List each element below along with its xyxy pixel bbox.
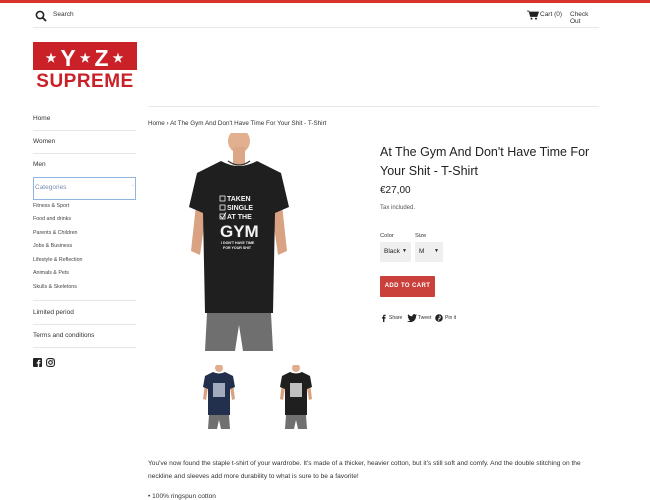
tax-note: Tax included.	[380, 205, 416, 211]
color-label: Color	[380, 233, 394, 239]
description-bullet: • 100% ringspun cotton	[148, 493, 216, 500]
svg-text:AT THE: AT THE	[227, 214, 252, 221]
facebook-icon	[381, 314, 386, 322]
nav-divider	[33, 324, 136, 325]
cart-icon[interactable]	[527, 10, 539, 20]
categories-dropdown[interactable]: Categories -	[33, 177, 136, 200]
instagram-icon[interactable]	[46, 358, 55, 367]
product-main-image[interactable]: TAKEN SINGLE AT THE GYM I DON'T HAVE TIM…	[185, 133, 293, 351]
svg-text:GYM: GYM	[220, 222, 259, 241]
share-facebook-label: Share	[389, 315, 403, 321]
share-twitter-label: Tweet	[418, 315, 432, 321]
size-select[interactable]: M ▼	[415, 242, 443, 262]
size-label: Size	[415, 233, 427, 239]
share-twitter-button[interactable]: Tweet	[407, 313, 432, 323]
category-item[interactable]: Food and drinks	[33, 216, 71, 222]
color-select[interactable]: Black ▼	[380, 242, 411, 262]
logo-bottom-text: SUPREME	[33, 70, 137, 94]
product-thumbnail-navy[interactable]	[202, 365, 236, 429]
nav-divider	[33, 347, 136, 348]
caret-down-icon: ▼	[434, 248, 439, 254]
star-icon: ★	[45, 51, 58, 65]
nav-women[interactable]: Women	[33, 138, 55, 145]
product-thumbnail-black[interactable]	[279, 365, 313, 429]
category-item[interactable]: Skulls & Skeletons	[33, 284, 77, 290]
nav-men[interactable]: Men	[33, 161, 46, 168]
nav-terms[interactable]: Terms and conditions	[33, 332, 94, 339]
site-logo[interactable]: ★ Y ★ Z ★ SUPREME	[33, 42, 137, 94]
svg-text:TAKEN: TAKEN	[227, 196, 251, 203]
color-value: Black	[384, 248, 400, 255]
product-title: At The Gym And Don't Have Time For Your …	[380, 145, 590, 178]
breadcrumb: Home › At The Gym And Don't Have Time Fo…	[148, 120, 326, 127]
product-description: You've now found the staple t-shirt of y…	[148, 460, 581, 480]
svg-text:FOR YOUR SHIT: FOR YOUR SHIT	[223, 246, 252, 250]
facebook-icon[interactable]	[33, 358, 42, 367]
checkout-link[interactable]: Check Out	[570, 11, 599, 25]
twitter-icon	[407, 314, 417, 322]
cart-link[interactable]: Cart (0)	[540, 11, 562, 18]
size-value: M	[419, 248, 425, 255]
category-item[interactable]: Parents & Children	[33, 230, 77, 236]
star-icon: ★	[79, 51, 92, 65]
share-pinterest-button[interactable]: Pin it	[435, 313, 459, 323]
product-price: €27,00	[380, 185, 411, 196]
site-header: Search Cart (0) Check Out	[33, 9, 599, 29]
breadcrumb-separator: ›	[166, 120, 169, 127]
categories-label: Categories	[35, 184, 67, 191]
pinterest-icon	[435, 314, 443, 322]
add-to-cart-button[interactable]: ADD TO CART	[380, 276, 435, 297]
nav-limited-period[interactable]: Limited period	[33, 309, 74, 316]
search-input[interactable]: Search	[53, 11, 74, 18]
star-icon: ★	[112, 51, 125, 65]
logo-top-text: ★ Y ★ Z ★	[45, 45, 125, 71]
caret-down-icon: ▼	[402, 248, 407, 254]
nav-divider	[33, 130, 136, 131]
breadcrumb-home[interactable]: Home	[148, 120, 165, 127]
top-accent-bar	[0, 0, 650, 3]
share-facebook-button[interactable]: Share	[380, 313, 404, 323]
category-item[interactable]: Fitness & Sport	[33, 203, 69, 209]
header-divider	[33, 27, 599, 28]
nav-home[interactable]: Home	[33, 115, 50, 122]
category-item[interactable]: Lifestyle & Reflection	[33, 257, 82, 263]
svg-text:SINGLE: SINGLE	[227, 205, 253, 212]
search-icon[interactable]	[35, 10, 47, 22]
chevron-icon: -	[132, 183, 134, 189]
breadcrumb-current: At The Gym And Don't Have Time For Your …	[170, 120, 327, 127]
share-pinterest-label: Pin it	[445, 315, 457, 321]
category-item[interactable]: Jobs & Business	[33, 243, 72, 249]
category-item[interactable]: Animals & Pets	[33, 270, 69, 276]
svg-text:I DON'T HAVE TIME: I DON'T HAVE TIME	[221, 241, 255, 245]
nav-divider	[33, 300, 136, 301]
content-divider	[148, 106, 599, 107]
nav-divider	[33, 153, 136, 154]
